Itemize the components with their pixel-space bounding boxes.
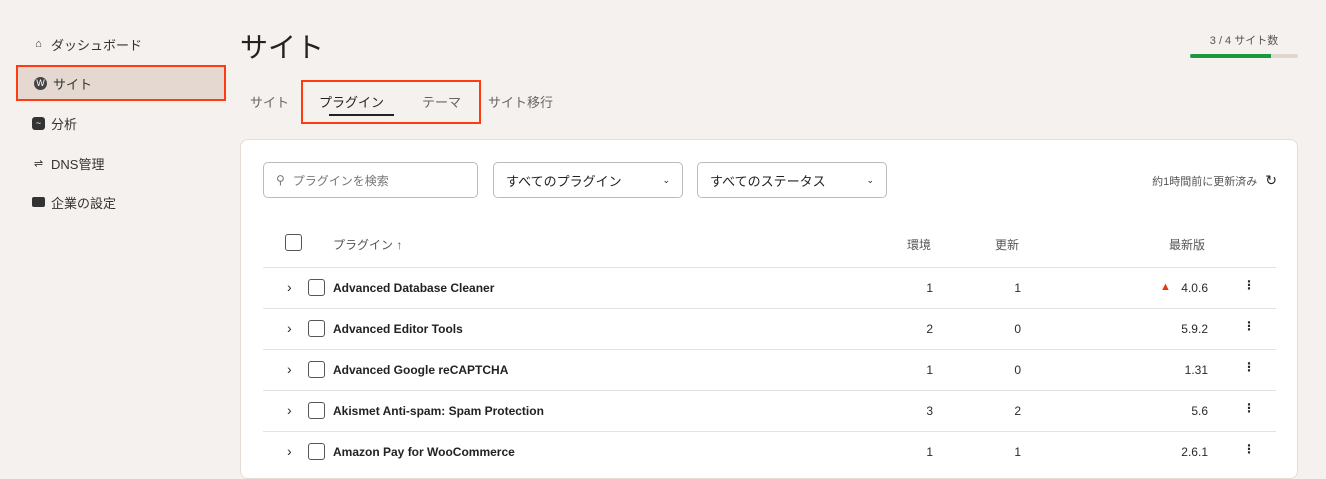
plugin-name: Advanced Editor Tools	[333, 322, 463, 336]
env-count: 1	[926, 445, 933, 459]
wordpress-icon: W	[34, 76, 47, 90]
sidebar-item-company-settings[interactable]: 企業の設定	[32, 190, 222, 214]
column-plugin[interactable]: プラグイン ↑	[333, 236, 402, 253]
sidebar-item-dns[interactable]: ⇌ DNS管理	[32, 151, 222, 175]
chevron-down-icon: ⌄	[866, 174, 874, 185]
table-row[interactable]: › Akismet Anti-spam: Spam Protection 3 2…	[263, 390, 1276, 431]
more-options-icon[interactable]: ⋮	[1243, 278, 1255, 292]
label: ダッシュボード	[51, 37, 143, 53]
update-count: 0	[1014, 322, 1021, 336]
label: 企業の設定	[51, 195, 117, 211]
chevron-right-icon[interactable]: ›	[287, 279, 292, 295]
more-options-icon[interactable]: ⋮	[1243, 319, 1255, 333]
label: サイト	[53, 76, 93, 92]
search-input[interactable]: ⚲ プラグインを検索	[263, 162, 478, 198]
table-row[interactable]: › Advanced Database Cleaner 1 1 ▲ 4.0.6 …	[263, 267, 1276, 308]
table-row[interactable]: › Advanced Google reCAPTCHA 1 0 1.31 ⋮	[263, 349, 1276, 390]
env-count: 2	[926, 322, 933, 336]
env-count: 1	[926, 281, 933, 295]
column-env[interactable]: 環境	[907, 236, 931, 253]
updated-text: 約1時間前に更新済み	[1152, 175, 1258, 188]
dns-icon: ⇌	[33, 157, 44, 170]
sidebar-item-analytics[interactable]: ~ 分析	[32, 111, 222, 135]
label: DNS管理	[51, 156, 105, 172]
update-count: 2	[1014, 404, 1021, 418]
quota-progress	[1190, 54, 1298, 58]
sidebar-item-dashboard[interactable]: ⌂ ダッシュボード	[32, 32, 222, 56]
chevron-right-icon[interactable]: ›	[287, 402, 292, 418]
highlight-box	[301, 80, 481, 124]
latest-version: 1.31	[1184, 363, 1208, 377]
row-checkbox[interactable]	[308, 361, 325, 378]
env-count: 1	[926, 363, 933, 377]
row-checkbox[interactable]	[308, 279, 325, 296]
chevron-right-icon[interactable]: ›	[287, 361, 292, 377]
latest-version: 5.9.2	[1181, 322, 1208, 336]
plugin-filter-select[interactable]: すべてのプラグイン ⌄	[493, 162, 683, 198]
home-icon: ⌂	[35, 38, 42, 50]
plugins-card: ⚲ プラグインを検索 すべてのプラグイン ⌄ すべてのステータス ⌄ 約1時間前に更新…	[240, 139, 1298, 479]
latest-version: 2.6.1	[1181, 445, 1208, 459]
select-value: すべてのプラグイン	[506, 173, 622, 189]
latest-version: 4.0.6	[1181, 281, 1208, 295]
plugin-name: Amazon Pay for WooCommerce	[333, 445, 515, 459]
more-options-icon[interactable]: ⋮	[1243, 401, 1255, 415]
row-checkbox[interactable]	[308, 402, 325, 419]
update-count: 1	[1014, 281, 1021, 295]
column-latest[interactable]: 最新版	[1169, 236, 1205, 253]
select-value: すべてのステータス	[710, 173, 826, 189]
refresh-icon[interactable]: ↻	[1265, 172, 1277, 189]
table-row[interactable]: › Advanced Editor Tools 2 0 5.9.2 ⋮	[263, 308, 1276, 349]
briefcase-icon	[32, 197, 45, 207]
row-checkbox[interactable]	[308, 443, 325, 460]
column-updates[interactable]: 更新	[995, 236, 1019, 253]
site-quota: 3 / 4 サイト数	[1190, 32, 1298, 58]
plugin-name: Akismet Anti-spam: Spam Protection	[333, 404, 544, 418]
env-count: 3	[926, 404, 933, 418]
label: 分析	[51, 116, 78, 132]
chevron-down-icon: ⌄	[662, 174, 670, 185]
sidebar-item-sites[interactable]: W サイト	[16, 65, 226, 101]
analytics-icon: ~	[32, 116, 45, 130]
tab-site-migration[interactable]: サイト移行	[488, 92, 553, 111]
update-count: 1	[1014, 445, 1021, 459]
more-options-icon[interactable]: ⋮	[1243, 360, 1255, 374]
plugin-name: Advanced Google reCAPTCHA	[333, 363, 509, 377]
page-title: サイト	[240, 32, 325, 63]
more-options-icon[interactable]: ⋮	[1243, 442, 1255, 456]
chevron-right-icon[interactable]: ›	[287, 443, 292, 459]
search-icon: ⚲	[276, 173, 285, 187]
latest-version: 5.6	[1191, 404, 1208, 418]
last-updated: 約1時間前に更新済み ↻	[1152, 172, 1277, 189]
select-all-checkbox[interactable]	[285, 234, 302, 251]
tab-sites[interactable]: サイト	[250, 92, 289, 111]
update-count: 0	[1014, 363, 1021, 377]
status-filter-select[interactable]: すべてのステータス ⌄	[697, 162, 887, 198]
quota-label: 3 / 4 サイト数	[1209, 35, 1279, 47]
row-checkbox[interactable]	[308, 320, 325, 337]
search-placeholder: プラグインを検索	[292, 173, 389, 188]
plugin-name: Advanced Database Cleaner	[333, 281, 495, 295]
chevron-right-icon[interactable]: ›	[287, 320, 292, 336]
